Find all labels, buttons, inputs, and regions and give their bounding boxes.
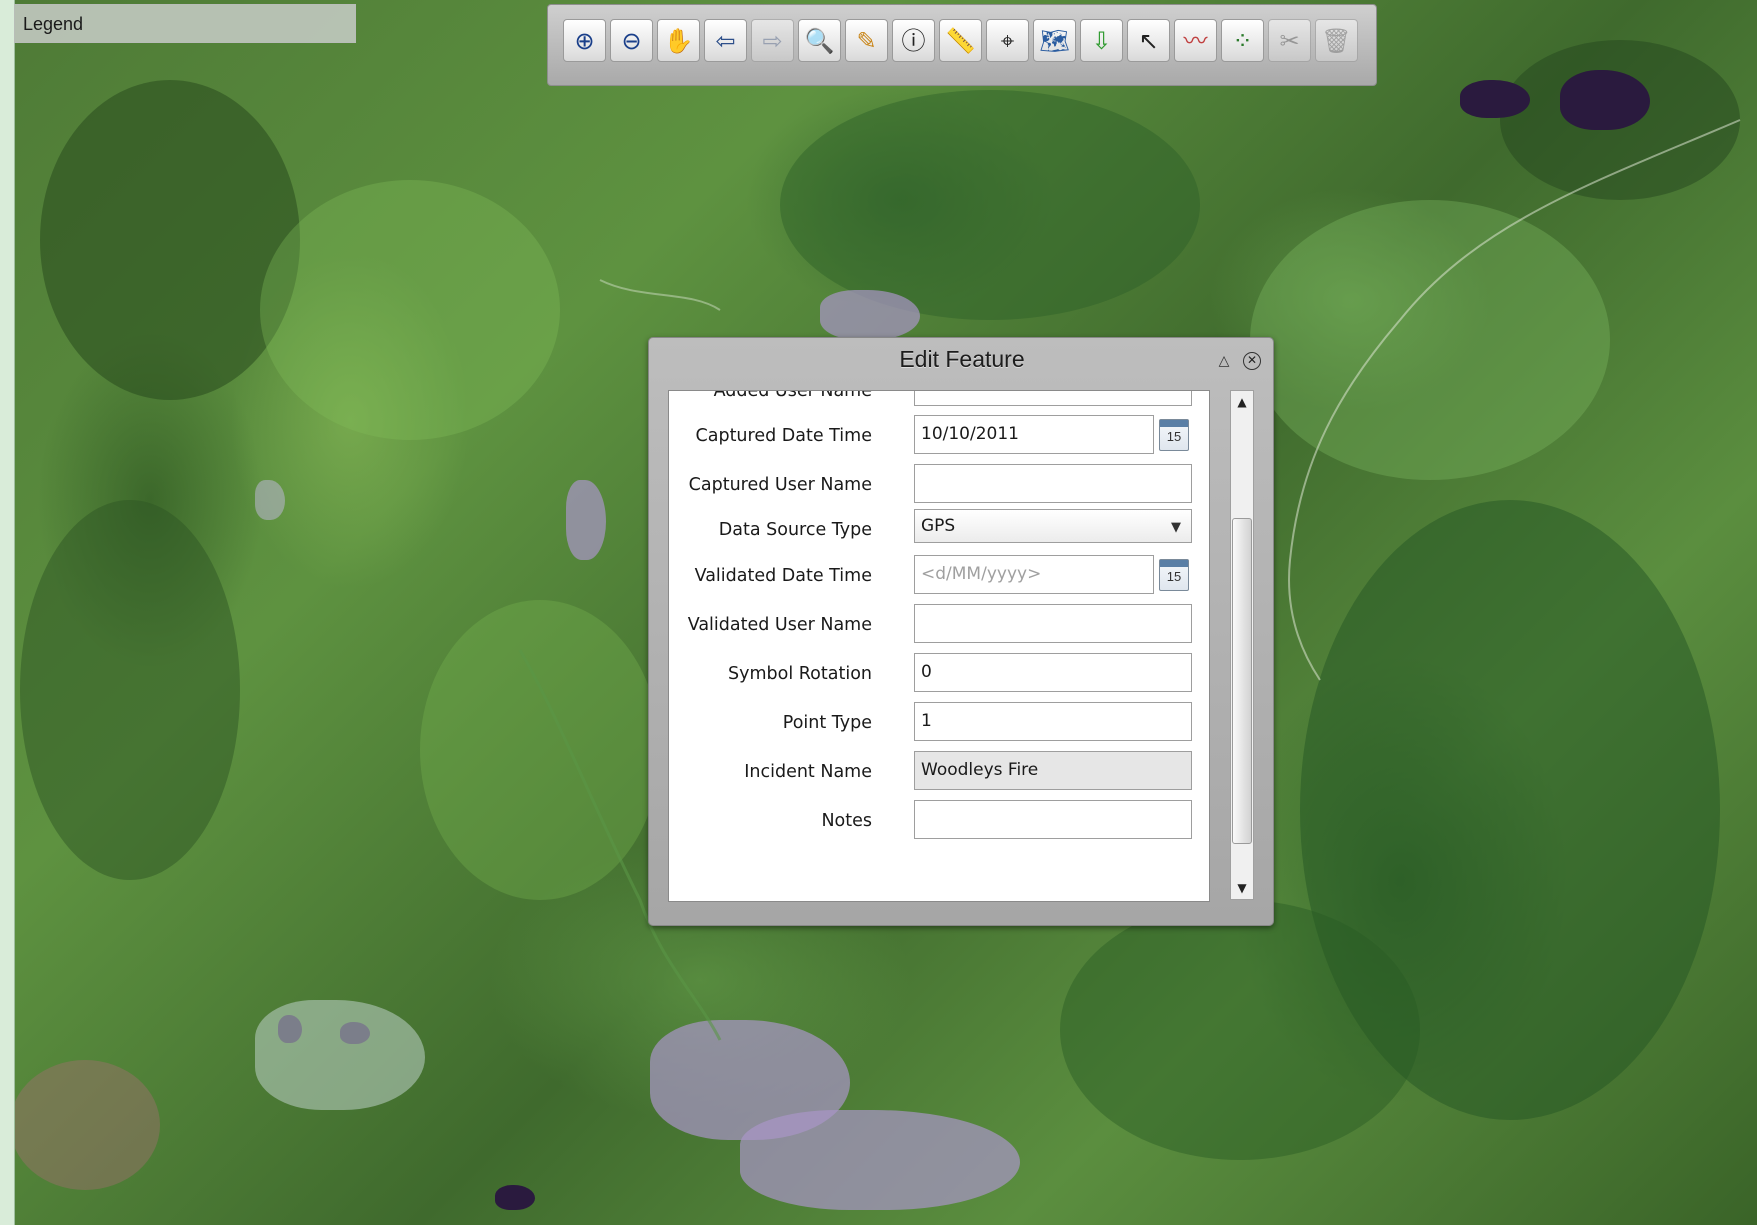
data-source-type-label: Data Source Type [718, 520, 872, 540]
validated-date-time-field[interactable]: <d/MM/yyyy> [914, 555, 1154, 594]
legend-panel[interactable]: Legend [14, 4, 356, 43]
measure-ruler-button[interactable]: 📏 [939, 19, 982, 62]
feature-form: Added User Name Captured Date Time 10/10… [668, 390, 1210, 902]
calendar-icon[interactable]: 15 [1159, 419, 1189, 451]
draw-line-icon: 〰 [1183, 26, 1208, 55]
notes-field[interactable] [914, 800, 1192, 839]
added-user-name-label: Added User Name [713, 390, 872, 401]
edit-feature-dialog: Edit Feature △ ✕ Added User Name Capture… [648, 337, 1274, 926]
download-icon: ⇩ [1091, 26, 1112, 55]
symbol-rotation-label: Symbol Rotation [728, 664, 872, 684]
close-icon[interactable]: ✕ [1243, 352, 1261, 370]
calendar-day: 15 [1166, 569, 1182, 584]
legend-title: Legend [23, 14, 84, 34]
locate-crosshair-button[interactable]: ⌖ [986, 19, 1029, 62]
forward-arrow-button: ⇨ [751, 19, 794, 62]
cut-scissors-button: ✂ [1268, 19, 1311, 62]
map-layers-button[interactable]: 🗺 [1033, 19, 1076, 62]
cut-scissors-icon: ✂ [1279, 26, 1300, 55]
left-edge-panel [0, 0, 15, 1225]
point-type-field[interactable]: 1 [914, 702, 1192, 741]
point-type-label: Point Type [782, 713, 872, 733]
identify-globe-button[interactable]: 🔍 [798, 19, 841, 62]
validated-user-name-field[interactable] [914, 604, 1192, 643]
form-scrollbar[interactable]: ▲ ▼ [1230, 390, 1254, 900]
captured-user-name-field[interactable] [914, 464, 1192, 503]
validated-date-time-label: Validated Date Time [694, 566, 872, 586]
dialog-title: Edit Feature [899, 346, 1025, 372]
back-arrow-icon: ⇦ [715, 26, 736, 55]
incident-name-field: Woodleys Fire [914, 751, 1192, 790]
chevron-down-icon: ▼ [1171, 520, 1181, 535]
zoom-in-icon: ⊕ [574, 26, 595, 55]
collapse-icon[interactable]: △ [1215, 352, 1233, 370]
data-source-type-select[interactable]: GPS ▼ [914, 509, 1192, 543]
calendar-day: 15 [1166, 429, 1182, 444]
info-icon: ⓘ [901, 26, 926, 55]
info-button[interactable]: ⓘ [892, 19, 935, 62]
scroll-thumb[interactable] [1232, 518, 1252, 844]
zoom-out-icon: ⊖ [621, 26, 642, 55]
calendar-icon[interactable]: 15 [1159, 559, 1189, 591]
symbol-rotation-field[interactable]: 0 [914, 653, 1192, 692]
road-line [1288, 119, 1741, 681]
data-source-type-value: GPS [921, 516, 956, 536]
edit-notepad-icon: ✎ [856, 26, 877, 55]
delete-bin-button: 🗑 [1315, 19, 1358, 62]
draw-points-button[interactable]: ⁘ [1221, 19, 1264, 62]
pan-hand-icon: ✋ [663, 26, 694, 55]
select-pointer-icon: ↖ [1138, 26, 1159, 55]
download-button[interactable]: ⇩ [1080, 19, 1123, 62]
captured-date-time-label: Captured Date Time [695, 426, 872, 446]
delete-bin-icon: 🗑 [1321, 26, 1352, 55]
captured-date-time-field[interactable]: 10/10/2011 [914, 415, 1154, 454]
identify-globe-icon: 🔍 [804, 26, 835, 55]
back-arrow-button[interactable]: ⇦ [704, 19, 747, 62]
map-toolbar: ⊕ ⊖ ✋ ⇦ ⇨ 🔍 ✎ ⓘ 📏 ⌖ 🗺 ⇩ ↖ 〰 ⁘ ✂ 🗑 [547, 4, 1377, 86]
draw-line-button[interactable]: 〰 [1174, 19, 1217, 62]
zoom-out-button[interactable]: ⊖ [610, 19, 653, 62]
zoom-in-button[interactable]: ⊕ [563, 19, 606, 62]
select-pointer-button[interactable]: ↖ [1127, 19, 1170, 62]
edit-notepad-button[interactable]: ✎ [845, 19, 888, 62]
added-user-name-field[interactable] [914, 391, 1192, 406]
scroll-down-icon[interactable]: ▼ [1231, 877, 1253, 899]
locate-crosshair-icon: ⌖ [1000, 26, 1015, 55]
notes-label: Notes [821, 811, 872, 831]
forward-arrow-icon: ⇨ [762, 26, 783, 55]
map-layers-icon: 🗺 [1039, 26, 1070, 55]
draw-points-icon: ⁘ [1232, 26, 1253, 55]
pan-hand-button[interactable]: ✋ [657, 19, 700, 62]
road-line [599, 279, 721, 311]
measure-ruler-icon: 📏 [945, 26, 976, 55]
scroll-up-icon[interactable]: ▲ [1231, 391, 1253, 413]
captured-user-name-label: Captured User Name [688, 475, 872, 495]
validated-user-name-label: Validated User Name [687, 615, 872, 635]
incident-name-label: Incident Name [744, 762, 872, 782]
